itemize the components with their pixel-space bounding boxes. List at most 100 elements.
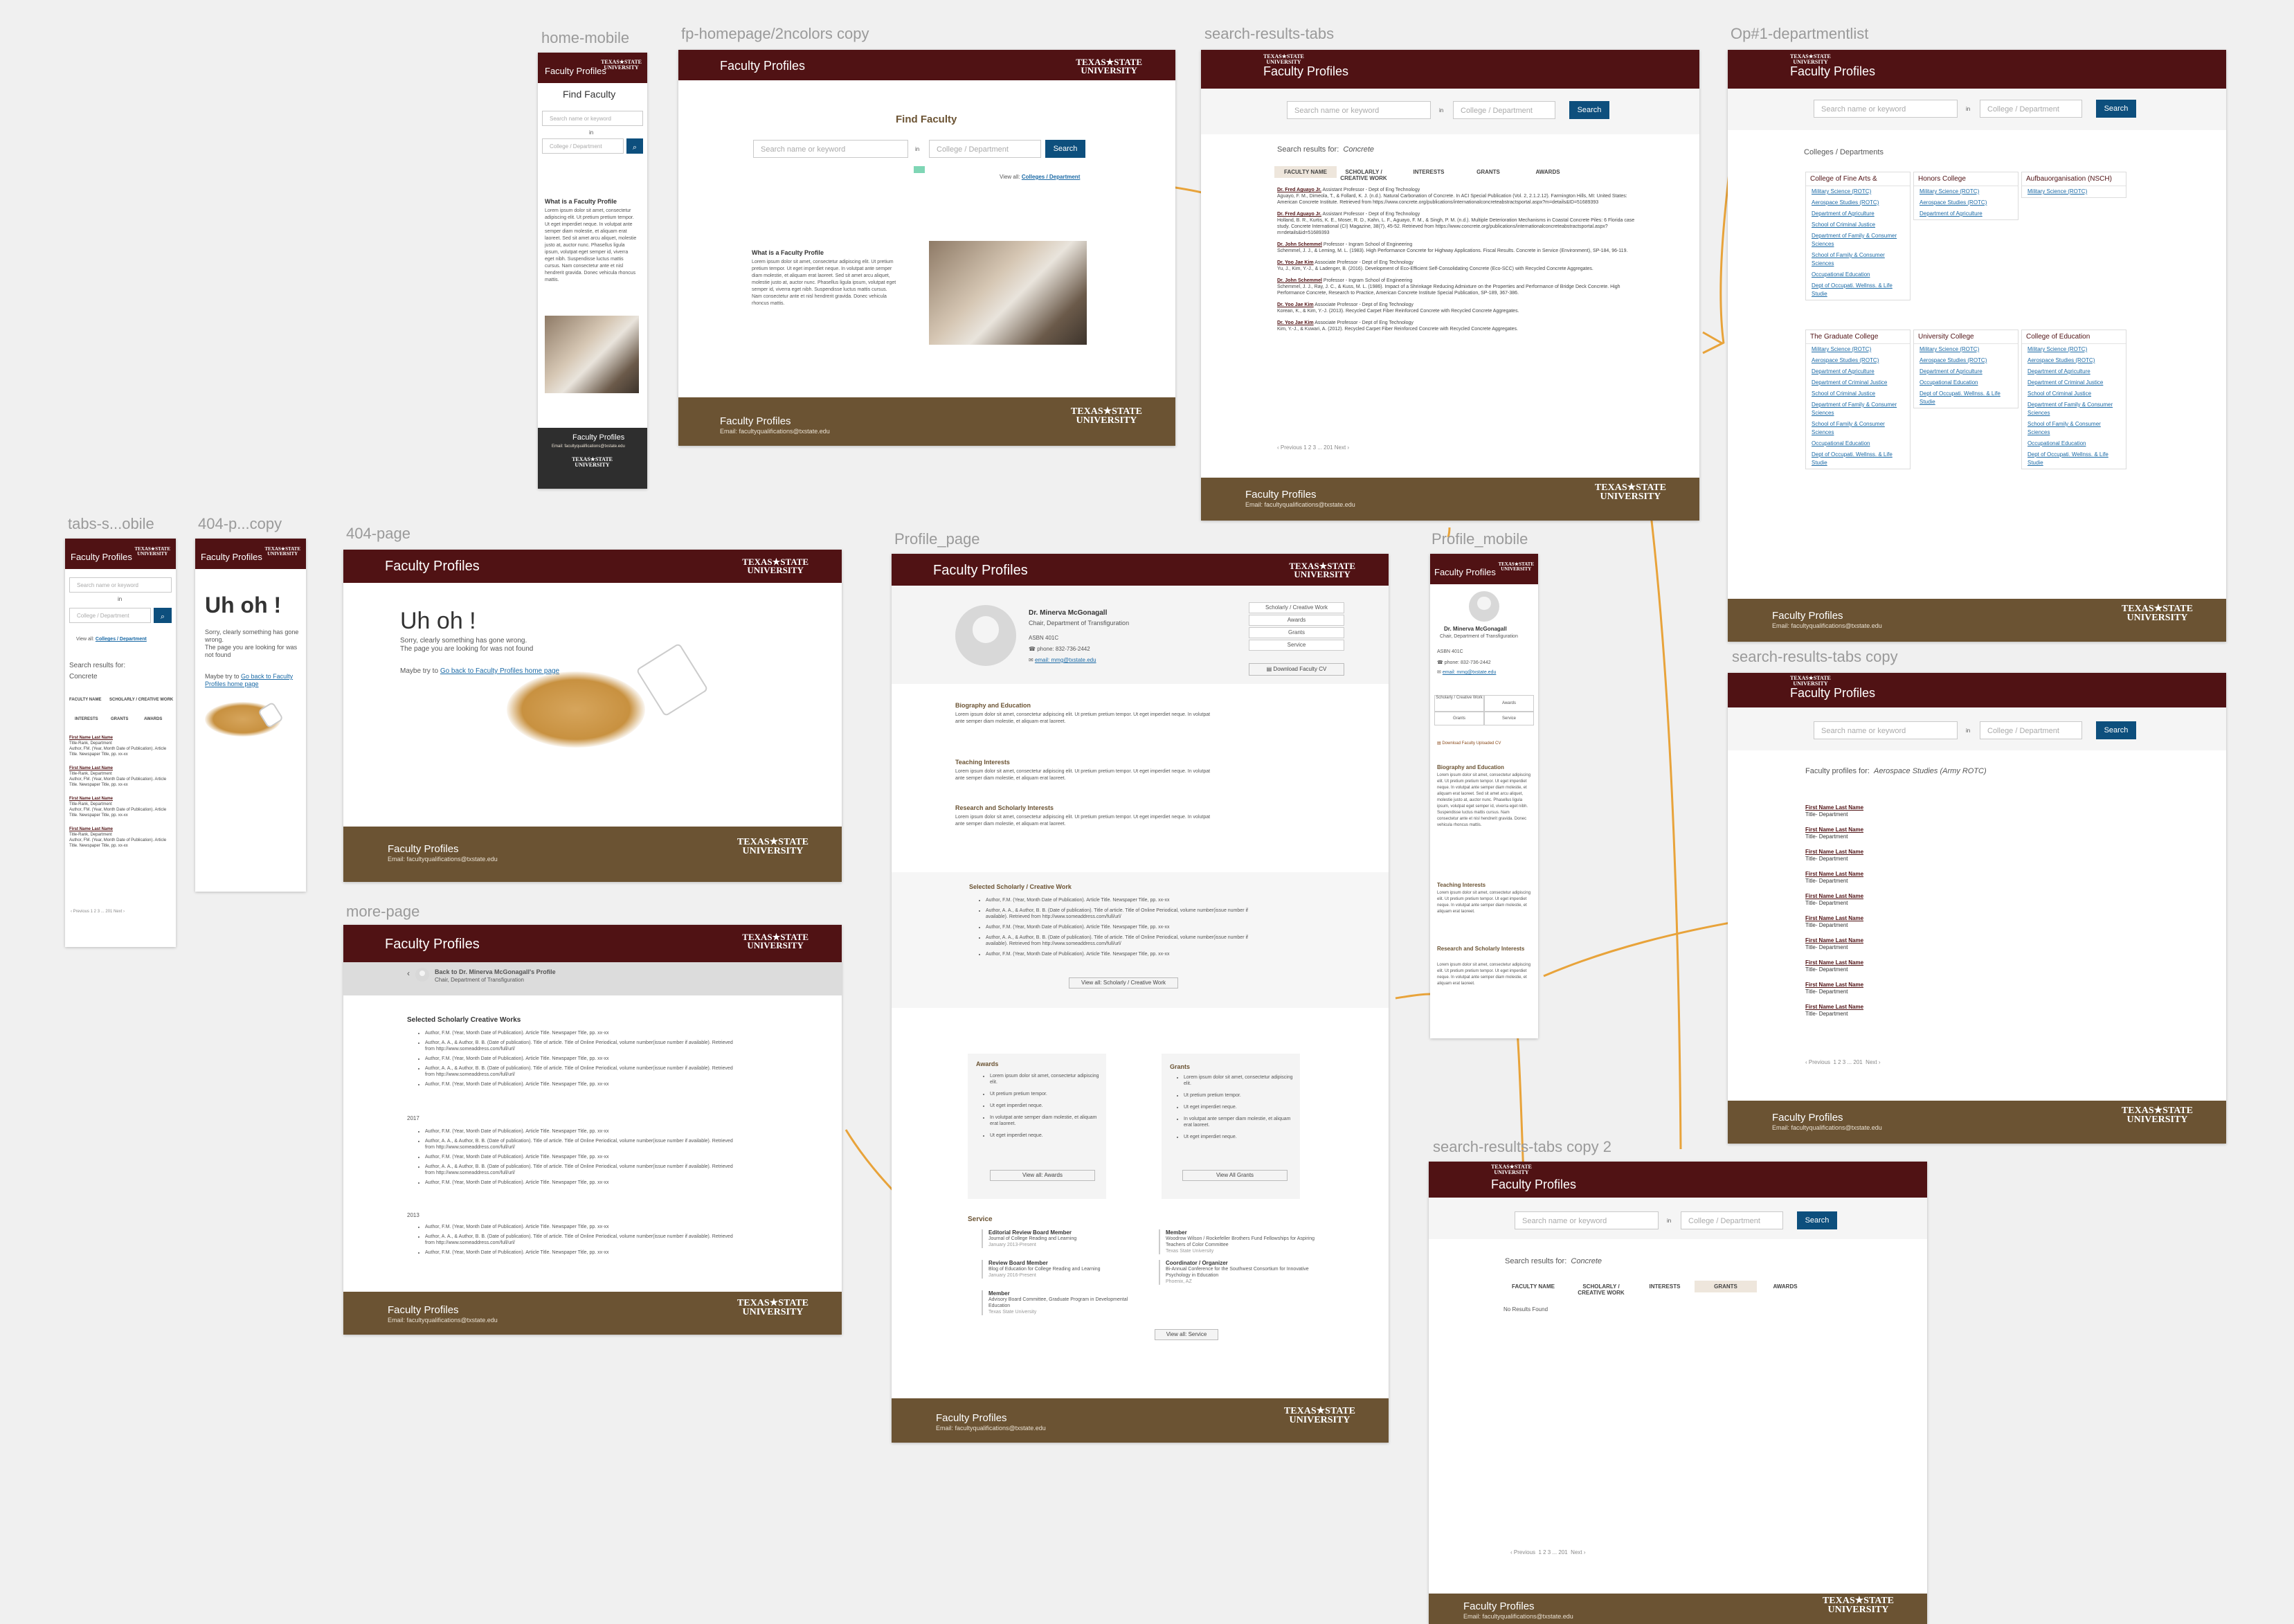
faculty-name-link[interactable]: First Name Last Name (1805, 959, 1944, 966)
search-button[interactable]: Search (1045, 140, 1085, 158)
department-link[interactable]: School of Criminal Justice (1806, 219, 1910, 231)
tab-scholarly-work[interactable]: SCHOLARLY / CREATIVE WORK (1570, 1281, 1632, 1299)
tab-awards[interactable]: AWARDS (1517, 166, 1579, 178)
tab-awards[interactable]: AWARDS (1754, 1281, 1816, 1292)
department-link[interactable]: School of Criminal Justice (1806, 388, 1910, 399)
site-title[interactable]: Faculty Profiles (1491, 1178, 1576, 1192)
department-link[interactable]: School of Family & Consumer Sciences (1806, 419, 1910, 438)
faculty-name-link[interactable]: First Name Last Name (1805, 827, 1944, 833)
university-logo[interactable]: TEXAS★STATE UNIVERSITY (1289, 561, 1355, 579)
department-link[interactable]: Military Science (ROTC) (1806, 344, 1910, 355)
search-button[interactable]: Search (1797, 1211, 1837, 1229)
profile-email[interactable]: ✉ email: mmg@txstate.edu (1029, 656, 1096, 665)
university-logo[interactable]: TEXAS★STATE UNIVERSITY (1790, 54, 1831, 65)
result-name-link[interactable]: Dr. Yoo Jae Kim (1277, 260, 1314, 265)
faculty-name-link[interactable]: First Name Last Name (1805, 804, 1944, 811)
site-title[interactable]: Faculty Profiles (1434, 567, 1496, 577)
jump-service-button[interactable]: Service (1249, 640, 1344, 651)
department-link[interactable]: Dept of Occupati. Wellnss. & Life Studie (1914, 388, 2018, 408)
site-title[interactable]: Faculty Profiles (201, 552, 262, 562)
footer-email[interactable]: Email: facultyqualifications@txstate.edu (552, 444, 625, 449)
department-select[interactable]: College / Department (929, 140, 1041, 158)
jump-scholarly-button[interactable]: Scholarly / Creative Work (1249, 602, 1344, 613)
search-button[interactable]: Search (2096, 100, 2136, 118)
tab-grants[interactable]: GRANTS (1695, 1281, 1757, 1292)
department-link[interactable]: Military Science (ROTC) (2022, 186, 2126, 197)
search-input[interactable]: Search name or keyword (1814, 721, 1958, 739)
result-name-link[interactable]: Dr. Fred Aguayo Jr. (1277, 188, 1321, 192)
department-link[interactable]: Occupational Education (1806, 269, 1910, 280)
result-name-link[interactable]: Dr. Fred Aguayo Jr. (1277, 212, 1321, 217)
result-name-link[interactable]: Dr. Yoo Jae Kim (1277, 303, 1314, 307)
search-button[interactable]: Search (2096, 721, 2136, 739)
pagination[interactable]: ‹ Previous 1 2 3 ... 201 Next › (1805, 1059, 1881, 1065)
result-name-link[interactable]: First Name Last Name (69, 827, 170, 832)
faculty-name-link[interactable]: First Name Last Name (1805, 937, 1944, 944)
department-link[interactable]: Department of Family & Consumer Sciences (1806, 231, 1910, 250)
tab-scholarly-work[interactable]: SCHOLARLY / CREATIVE WORK (1333, 166, 1395, 184)
faculty-name-link[interactable]: First Name Last Name (1805, 1004, 1944, 1011)
footer-logo[interactable]: TEXAS★STATE UNIVERSITY (1823, 1596, 1894, 1615)
view-all-departments-link[interactable]: Colleges / Department (96, 637, 147, 642)
department-link[interactable]: School of Family & Consumer Sciences (1806, 250, 1910, 269)
department-link[interactable]: Occupational Education (2022, 438, 2126, 449)
site-title[interactable]: Faculty Profiles (545, 66, 606, 76)
result-name-link[interactable]: Dr. Yoo Jae Kim (1277, 321, 1314, 325)
back-to-profile-link[interactable]: Back to Dr. Minerva McGonagall's Profile (435, 968, 556, 976)
department-link[interactable]: Aerospace Studies (ROTC) (2022, 355, 2126, 366)
site-title[interactable]: Faculty Profiles (385, 937, 480, 953)
view-awards-button[interactable]: View all: Awards (990, 1170, 1095, 1181)
tab-interests[interactable]: INTERESTS (75, 717, 98, 721)
search-button[interactable]: Search (1569, 101, 1609, 119)
university-logo[interactable]: TEXAS★STATE UNIVERSITY (601, 60, 642, 71)
department-link[interactable]: Dept of Occupati. Wellnss. & Life Studie (2022, 449, 2126, 469)
site-title[interactable]: Faculty Profiles (1790, 64, 1875, 79)
department-link[interactable]: Military Science (ROTC) (1914, 186, 2018, 197)
department-link[interactable]: Aerospace Studies (ROTC) (1806, 355, 1910, 366)
footer-logo[interactable]: TEXAS★STATE UNIVERSITY (1595, 483, 1666, 502)
university-logo[interactable]: TEXAS★STATE UNIVERSITY (1491, 1164, 1532, 1175)
university-logo[interactable]: TEXAS★STATE UNIVERSITY (1263, 54, 1304, 65)
footer-email[interactable]: Email: facultyqualifications@txstate.edu (388, 1317, 498, 1324)
department-link[interactable]: Department of Family & Consumer Sciences (1806, 399, 1910, 419)
university-logo[interactable]: TEXAS★STATE UNIVERSITY (1076, 57, 1142, 75)
faculty-name-link[interactable]: First Name Last Name (1805, 849, 1944, 856)
footer-logo[interactable]: TEXAS★STATE UNIVERSITY (2122, 604, 2193, 623)
university-logo[interactable]: TEXAS★STATE UNIVERSITY (742, 557, 809, 575)
department-link[interactable]: Aerospace Studies (ROTC) (1914, 197, 2018, 208)
pagination-links[interactable]: ‹ Previous 1 2 3 ... 201 Next › (1277, 444, 1349, 451)
department-link[interactable]: Occupational Education (1806, 438, 1910, 449)
jump-grants-button[interactable]: Grants (1249, 627, 1344, 638)
search-input[interactable]: Search name or keyword (1814, 100, 1958, 118)
faculty-name-link[interactable]: First Name Last Name (1805, 893, 1944, 900)
result-name-link[interactable]: Dr. John Schemmel (1277, 242, 1322, 247)
result-name-link[interactable]: First Name Last Name (69, 796, 170, 802)
view-all-works-button[interactable]: View all: Scholarly / Creative Work (1069, 977, 1178, 989)
department-link[interactable]: Department of Agriculture (1914, 208, 2018, 219)
tab-grants[interactable]: GRANTS (1457, 166, 1519, 178)
search-button[interactable]: ⌕ (626, 138, 643, 154)
department-link[interactable]: Military Science (ROTC) (2022, 344, 2126, 355)
search-input[interactable]: Search name or keyword (753, 140, 908, 158)
department-select[interactable]: College / Department (1681, 1211, 1783, 1229)
tab-awards[interactable]: Awards (1484, 695, 1534, 712)
pagination[interactable]: ‹ Previous 1 2 3 ... 201 Next › (71, 910, 125, 914)
university-logo[interactable]: TEXAS★STATE UNIVERSITY (1498, 562, 1534, 572)
department-link[interactable]: Department of Criminal Justice (2022, 377, 2126, 388)
footer-logo[interactable]: TEXAS★STATE UNIVERSITY (572, 457, 613, 468)
tab-awards[interactable]: AWARDS (144, 717, 162, 721)
search-input[interactable]: Search name or keyword (542, 111, 643, 126)
department-link[interactable]: Aerospace Studies (ROTC) (1806, 197, 1910, 208)
tab-faculty-name[interactable]: FACULTY NAME (69, 698, 101, 702)
footer-email[interactable]: Email: facultyqualifications@txstate.edu (1772, 622, 1882, 629)
department-select[interactable]: College / Department (1980, 721, 2082, 739)
footer-logo[interactable]: TEXAS★STATE UNIVERSITY (737, 1299, 809, 1317)
university-logo[interactable]: TEXAS★STATE UNIVERSITY (742, 932, 809, 950)
search-input[interactable]: Search name or keyword (69, 577, 172, 593)
view-all-departments-link[interactable]: Colleges / Department (1022, 174, 1080, 180)
department-link[interactable]: Occupational Education (1914, 377, 2018, 388)
university-logo[interactable]: TEXAS★STATE UNIVERSITY (1790, 676, 1831, 687)
footer-email[interactable]: Email: facultyqualifications@txstate.edu (1772, 1124, 1882, 1131)
footer-logo[interactable]: TEXAS★STATE UNIVERSITY (737, 838, 809, 856)
jump-awards-button[interactable]: Awards (1249, 615, 1344, 626)
